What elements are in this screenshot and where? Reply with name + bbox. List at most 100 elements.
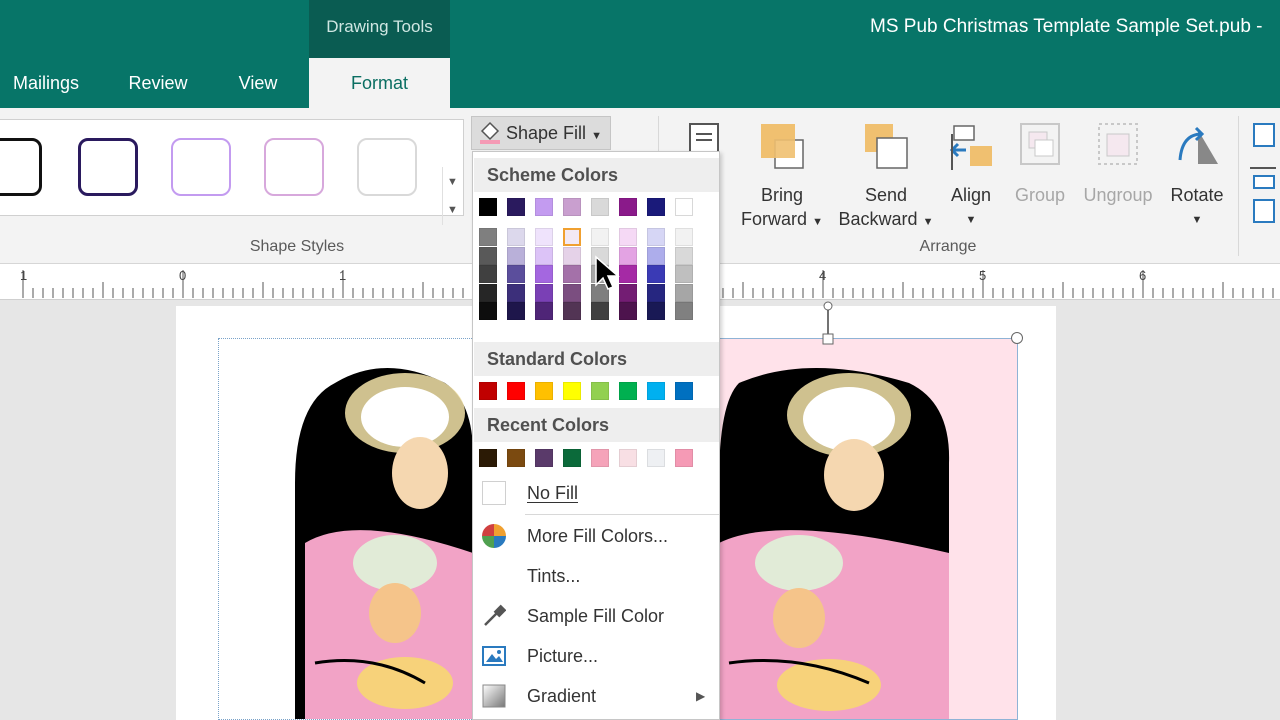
standard-color-swatch[interactable] xyxy=(647,382,665,400)
bring-forward-button[interactable]: Bring Forward ▼ xyxy=(740,108,824,233)
scheme-tint-swatch[interactable] xyxy=(535,283,553,302)
right-picture-frame-selected[interactable] xyxy=(718,338,1018,720)
document-title: MS Pub Christmas Template Sample Set.pub… xyxy=(870,16,1263,37)
group-button[interactable]: Group xyxy=(1010,108,1070,208)
scheme-tint-swatch[interactable] xyxy=(647,246,665,265)
chevron-down-icon: ▼ xyxy=(965,214,977,226)
scheme-tint-swatch[interactable] xyxy=(619,283,637,302)
scheme-tint-swatch[interactable] xyxy=(675,302,693,320)
scheme-tint-swatch[interactable] xyxy=(591,228,609,246)
recent-color-swatch[interactable] xyxy=(591,449,609,467)
scheme-color-swatch[interactable] xyxy=(675,198,693,216)
ruler-label: 6 xyxy=(1139,268,1147,283)
scheme-color-swatch[interactable] xyxy=(563,198,581,216)
scheme-tint-swatch[interactable] xyxy=(675,228,693,246)
tab-mailings[interactable]: Mailings xyxy=(0,58,92,108)
shape-fill-button[interactable]: Shape Fill ▼ xyxy=(471,116,611,150)
scheme-tint-swatch[interactable] xyxy=(619,265,637,283)
scheme-tint-swatch[interactable] xyxy=(507,228,525,246)
scheme-tint-swatch[interactable] xyxy=(563,265,581,283)
scheme-tint-swatch[interactable] xyxy=(507,302,525,320)
scheme-color-swatch[interactable] xyxy=(535,198,553,216)
gallery-more-button[interactable]: ▼ xyxy=(442,195,462,225)
align-button[interactable]: Align ▼ xyxy=(940,108,1002,229)
scheme-tint-swatch[interactable] xyxy=(675,246,693,265)
tints-item[interactable]: Tints... xyxy=(474,556,719,596)
scheme-tint-swatch[interactable] xyxy=(535,302,553,320)
shape-style-lavender[interactable] xyxy=(171,138,231,196)
scheme-tint-swatch[interactable] xyxy=(535,246,553,265)
scheme-tint-swatch[interactable] xyxy=(647,283,665,302)
scheme-color-swatch[interactable] xyxy=(507,198,525,216)
recent-color-swatch[interactable] xyxy=(507,449,525,467)
send-backward-icon xyxy=(865,124,908,169)
paint-bucket-icon xyxy=(480,121,500,144)
scheme-color-swatch[interactable] xyxy=(647,198,665,216)
scheme-tint-swatch[interactable] xyxy=(535,265,553,283)
rotate-button[interactable]: Rotate ▼ xyxy=(1166,108,1228,229)
shape-style-gray[interactable] xyxy=(357,138,417,196)
standard-color-swatch[interactable] xyxy=(535,382,553,400)
scheme-tint-swatch[interactable] xyxy=(507,283,525,302)
scheme-tint-swatch[interactable] xyxy=(647,302,665,320)
standard-color-swatch[interactable] xyxy=(675,382,693,400)
ruler-label: 4 xyxy=(819,268,827,283)
recent-color-swatch[interactable] xyxy=(479,449,497,467)
send-backward-button[interactable]: Send Backward ▼ xyxy=(838,108,934,233)
resize-handle[interactable] xyxy=(1011,332,1023,344)
scheme-tint-swatch[interactable] xyxy=(647,265,665,283)
no-fill-item[interactable]: No Fill xyxy=(474,473,719,513)
tab-review[interactable]: Review xyxy=(114,58,202,108)
recent-color-swatch[interactable] xyxy=(675,449,693,467)
ungroup-button[interactable]: Ungroup xyxy=(1082,108,1154,208)
size-tools-icons[interactable] xyxy=(1248,118,1278,228)
recent-color-swatch[interactable] xyxy=(563,449,581,467)
scheme-color-swatch[interactable] xyxy=(591,198,609,216)
shape-style-orchid[interactable] xyxy=(264,138,324,196)
tab-view[interactable]: View xyxy=(222,58,294,108)
scheme-tint-swatch[interactable] xyxy=(479,246,497,265)
scheme-tint-swatch[interactable] xyxy=(563,246,581,265)
tab-format[interactable]: Format xyxy=(309,58,450,108)
scheme-tint-swatch[interactable] xyxy=(647,228,665,246)
scheme-color-swatch[interactable] xyxy=(619,198,637,216)
standard-color-swatch[interactable] xyxy=(507,382,525,400)
recent-color-swatch[interactable] xyxy=(535,449,553,467)
standard-color-swatch[interactable] xyxy=(479,382,497,400)
shape-style-black[interactable] xyxy=(0,138,42,196)
rotate-icon xyxy=(1178,126,1218,164)
standard-color-swatch[interactable] xyxy=(563,382,581,400)
scheme-tint-swatch[interactable] xyxy=(675,283,693,302)
gallery-scroll-down-button[interactable]: ▼ xyxy=(442,167,462,197)
bring-forward-label-1: Bring xyxy=(760,185,804,205)
scheme-tint-swatch[interactable] xyxy=(535,228,553,246)
rotation-handle[interactable] xyxy=(818,300,840,346)
standard-color-swatch[interactable] xyxy=(619,382,637,400)
scheme-tint-swatch[interactable] xyxy=(619,302,637,320)
scheme-tint-swatch[interactable] xyxy=(619,228,637,246)
scheme-tint-swatch[interactable] xyxy=(507,246,525,265)
scheme-tint-swatch[interactable] xyxy=(563,302,581,320)
scheme-color-swatch[interactable] xyxy=(479,198,497,216)
standard-color-swatch[interactable] xyxy=(591,382,609,400)
more-fill-colors-item[interactable]: More Fill Colors... xyxy=(474,516,719,556)
menu-separator xyxy=(525,514,719,515)
picture-item[interactable]: Picture... xyxy=(474,636,719,676)
sample-fill-color-item[interactable]: Sample Fill Color xyxy=(474,596,719,636)
gradient-item[interactable]: Gradient ▶ xyxy=(474,676,719,716)
recent-color-swatch[interactable] xyxy=(647,449,665,467)
left-picture-frame[interactable] xyxy=(218,338,474,720)
scheme-tint-swatch[interactable] xyxy=(591,302,609,320)
scheme-tint-swatch[interactable] xyxy=(479,265,497,283)
recent-color-swatch[interactable] xyxy=(619,449,637,467)
scheme-tint-swatch[interactable] xyxy=(563,228,581,246)
scheme-tint-swatch[interactable] xyxy=(479,283,497,302)
scheme-tint-swatch[interactable] xyxy=(563,283,581,302)
align-icon xyxy=(949,125,992,170)
scheme-tint-swatch[interactable] xyxy=(619,246,637,265)
scheme-tint-swatch[interactable] xyxy=(479,302,497,320)
scheme-tint-swatch[interactable] xyxy=(507,265,525,283)
scheme-tint-swatch[interactable] xyxy=(479,228,497,246)
shape-style-navy[interactable] xyxy=(78,138,138,196)
scheme-tint-swatch[interactable] xyxy=(675,265,693,283)
